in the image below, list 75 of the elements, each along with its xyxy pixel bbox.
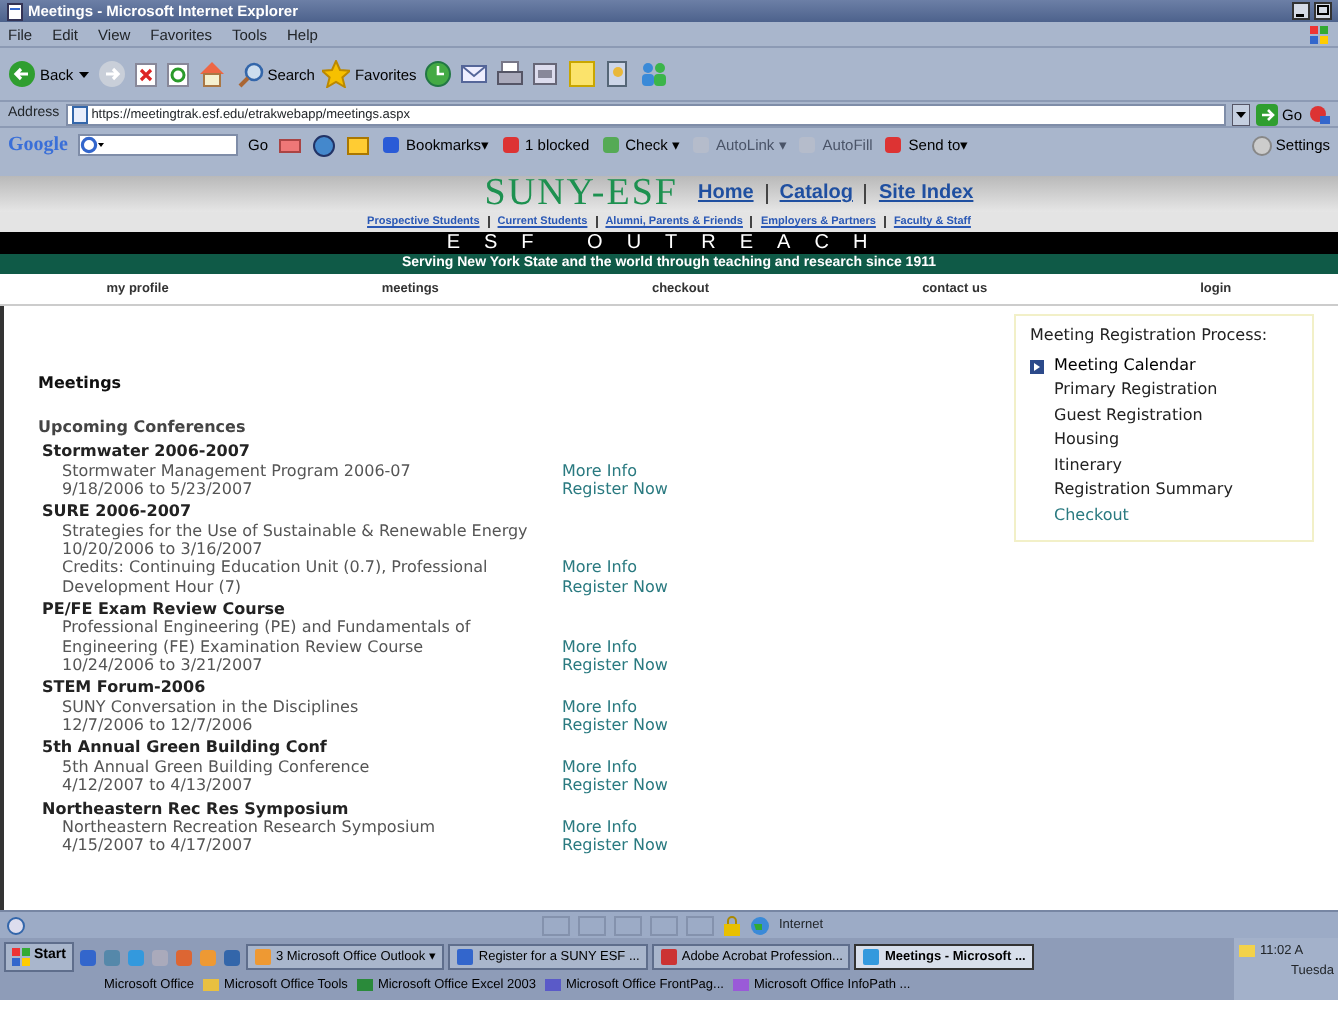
page-heading: Meetings — [38, 374, 124, 394]
app-icon — [862, 948, 881, 966]
conference-detail: 5th Annual Green Building Conference — [62, 757, 372, 777]
link[interactable]: More Info — [562, 697, 638, 717]
conference-title: Northeastern Rec Res Symposium — [42, 799, 351, 818]
link[interactable]: More Info — [562, 637, 638, 657]
app-icon — [456, 948, 475, 966]
quick-launch-icon[interactable] — [221, 947, 242, 967]
toolbar-item-icon — [882, 134, 905, 156]
nav-link[interactable]: Site Index — [878, 182, 974, 206]
search-engine-icon — [80, 136, 104, 154]
step-link[interactable]: Checkout — [1054, 505, 1129, 524]
conference-title: 5th Annual Green Building Conf — [42, 738, 329, 758]
link[interactable]: Register Now — [562, 776, 668, 796]
toolbar-item-icon — [380, 134, 403, 156]
conference-detail: 10/20/2006 to 3/16/2007 — [62, 540, 265, 559]
link[interactable]: Register Now — [562, 656, 668, 675]
section-heading: Upcoming Conferences — [38, 417, 248, 437]
conference-title: Stormwater 2006-2007 — [42, 442, 252, 462]
dropdown-arrow-icon[interactable] — [1231, 103, 1250, 125]
mail-icon[interactable] — [460, 60, 489, 88]
printer-icon[interactable] — [496, 60, 525, 88]
conference-detail: Professional Engineering (PE) and Fundamentals of Engineering (FE) Examination Review Course — [62, 618, 473, 657]
windows-flag-icon — [12, 948, 30, 966]
app-icon — [253, 948, 272, 966]
toolbar-item-icon — [599, 134, 622, 156]
link[interactable]: Register Now — [562, 577, 668, 596]
conference-detail: 4/12/2007 to 4/13/2007 — [62, 776, 255, 796]
home-icon[interactable] — [197, 60, 226, 88]
link[interactable]: More Info — [562, 461, 638, 480]
conference-detail: Northeastern Recreation Research Symposium — [62, 818, 438, 837]
link[interactable]: More Info — [562, 558, 638, 578]
history-icon[interactable] — [424, 60, 453, 88]
conference-detail: SUNY Conversation in the Disciplines — [62, 697, 361, 717]
windows-flag-icon — [1308, 23, 1330, 45]
nav-link[interactable]: Catalog — [779, 182, 853, 206]
step-label: Primary Registration — [1054, 380, 1218, 399]
stop-icon[interactable] — [133, 61, 158, 87]
conference-detail: 12/7/2006 to 12/7/2006 — [62, 716, 255, 735]
link[interactable]: Register Now — [562, 479, 668, 499]
conference-detail: 9/18/2006 to 5/23/2007 — [62, 479, 253, 499]
link[interactable]: Register Now — [562, 836, 668, 856]
link[interactable]: More Info — [562, 818, 638, 837]
conference-title: PE/FE Exam Review Course — [42, 599, 287, 619]
star-icon — [322, 60, 351, 88]
go-arrow-icon — [1255, 103, 1278, 125]
banner-title: ESF OUTREACH — [0, 232, 1338, 254]
google-logo: Google — [8, 133, 68, 157]
people-icon[interactable] — [640, 60, 669, 88]
step-label: Guest Registration — [1054, 405, 1203, 424]
conference-detail: Strategies for the Use of Sustainable & Renewable Energy — [62, 521, 530, 541]
conference-title: SURE 2006-2007 — [42, 502, 194, 522]
conference-detail: Stormwater Management Program 2006-07 — [62, 461, 413, 480]
conference-detail: 10/24/2006 to 3/21/2007 — [62, 656, 265, 675]
nav-link[interactable]: Home — [697, 182, 754, 206]
step-label: Housing — [1054, 430, 1120, 449]
step-label: Meeting Calendar — [1054, 355, 1196, 374]
link[interactable]: Register Now — [562, 716, 668, 735]
conference-detail: Credits: Continuing Education Unit (0.7), Professional Development Hour (7) — [62, 558, 490, 596]
search-field[interactable] — [78, 134, 238, 156]
toolbar-item-icon — [499, 134, 522, 156]
lock-icon — [722, 915, 743, 935]
caret-icon — [77, 68, 90, 80]
minimize-icon[interactable] — [1292, 2, 1310, 20]
note-icon[interactable] — [568, 60, 597, 88]
quick-launch-icon[interactable] — [77, 947, 98, 967]
step-label: Registration Summary — [1054, 480, 1233, 499]
step-label: Itinerary — [1054, 455, 1122, 474]
maximize-icon[interactable] — [1314, 2, 1332, 20]
panel-title: Meeting Registration Process: — [1030, 326, 1270, 346]
conference-detail: 4/15/2007 to 4/17/2007 — [62, 836, 255, 856]
app-icon — [659, 948, 678, 966]
link[interactable]: More Info — [562, 757, 638, 777]
conference-title: STEM Forum-2006 — [42, 678, 208, 698]
search-icon — [237, 61, 264, 87]
